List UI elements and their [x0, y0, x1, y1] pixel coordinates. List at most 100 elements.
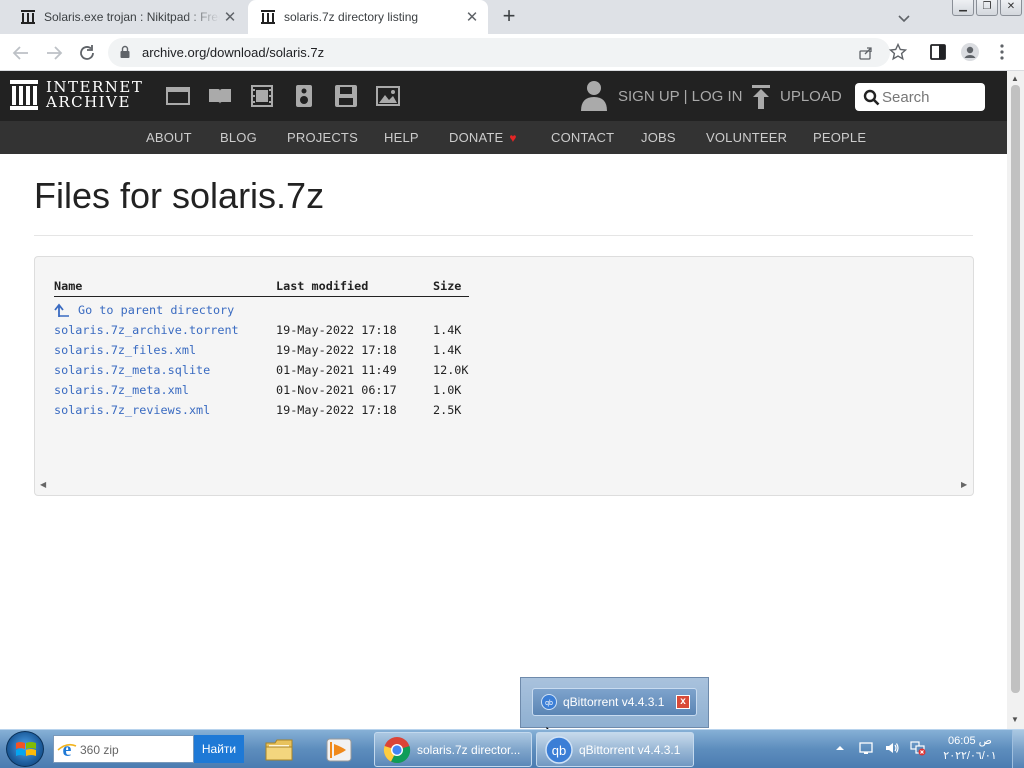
network-icon[interactable]: [910, 740, 926, 756]
internet-explorer-icon: e: [57, 739, 77, 759]
folder-icon: [265, 739, 293, 761]
side-panel-icon[interactable]: [928, 42, 948, 62]
forward-icon[interactable]: [43, 42, 65, 64]
nav-help[interactable]: HELP: [384, 130, 419, 145]
audio-icon[interactable]: [291, 85, 317, 107]
parent-row: Go to parent directory: [35, 303, 535, 321]
nav-volunteer[interactable]: VOLUNTEER: [706, 130, 787, 145]
texts-icon[interactable]: [207, 85, 233, 107]
address-bar[interactable]: archive.org/download/solaris.7z: [108, 38, 890, 67]
file-link[interactable]: solaris.7z_archive.torrent: [54, 323, 239, 337]
tab-strip: Solaris.exe trojan : Nikitpad : Free ✕ s…: [0, 0, 1024, 34]
web-icon[interactable]: [165, 85, 191, 107]
minimize-button[interactable]: ▁: [952, 0, 974, 16]
file-link[interactable]: solaris.7z_meta.sqlite: [54, 363, 210, 377]
window-controls: ▁ ❐ ✕: [952, 0, 1022, 16]
nav-jobs[interactable]: JOBS: [641, 130, 676, 145]
close-window-button[interactable]: ✕: [1000, 0, 1022, 16]
file-size: 1.4K: [433, 323, 462, 337]
nav-donate[interactable]: DONATE ♥: [449, 130, 517, 145]
scrollbar-thumb[interactable]: [1011, 85, 1020, 693]
upload-link[interactable]: UPLOAD: [780, 88, 842, 105]
user-icon[interactable]: [580, 79, 608, 111]
new-tab-button[interactable]: +: [498, 5, 520, 28]
tab-directory-listing[interactable]: solaris.7z directory listing ✕: [248, 0, 488, 34]
taskbar-qbittorrent-label: qBittorrent v4.4.3.1: [579, 742, 681, 757]
parent-directory-link[interactable]: Go to parent directory: [78, 303, 234, 317]
file-modified: 19-May-2022 17:18: [276, 343, 397, 357]
scroll-left-arrow[interactable]: ◀: [40, 480, 46, 489]
show-hidden-icons-icon[interactable]: [832, 740, 848, 756]
windows-logo-icon: [16, 742, 36, 756]
windows-taskbar: e Найти solaris.7z director... qb qBitto…: [0, 729, 1024, 768]
taskbar-search-input[interactable]: [80, 740, 190, 760]
back-icon[interactable]: [10, 42, 32, 64]
tab-solaris-trojan[interactable]: Solaris.exe trojan : Nikitpad : Free ✕: [8, 0, 246, 34]
software-icon[interactable]: [333, 85, 359, 107]
tab-title: solaris.7z directory listing: [284, 10, 419, 24]
share-icon[interactable]: [858, 45, 874, 61]
search-icon[interactable]: [863, 89, 880, 106]
close-icon[interactable]: ✕: [220, 7, 240, 27]
pinned-media-player[interactable]: [313, 733, 365, 767]
upload-icon[interactable]: [750, 85, 772, 109]
lock-icon[interactable]: [118, 45, 132, 59]
chrome-icon: [383, 736, 411, 763]
file-size: 12.0K: [433, 363, 469, 377]
page-viewport: INTERNET ARCHIVE SIGN UP | LOG IN UPLOAD…: [0, 71, 1007, 729]
nav-about[interactable]: ABOUT: [146, 130, 192, 145]
nav-contact[interactable]: CONTACT: [551, 130, 614, 145]
page-scrollbar[interactable]: ▲ ▼: [1007, 71, 1024, 729]
file-link[interactable]: solaris.7z_meta.xml: [54, 383, 189, 397]
url-text: archive.org/download/solaris.7z: [142, 45, 325, 60]
bookmark-star-icon[interactable]: [888, 42, 908, 62]
scroll-up-arrow[interactable]: ▲: [1011, 74, 1019, 83]
file-link[interactable]: solaris.7z_reviews.xml: [54, 403, 210, 417]
action-center-icon[interactable]: [858, 740, 874, 756]
nav-people[interactable]: PEOPLE: [813, 130, 866, 145]
close-icon[interactable]: x: [676, 695, 690, 709]
close-icon[interactable]: ✕: [462, 7, 482, 27]
video-icon[interactable]: [249, 85, 275, 107]
taskbar-search-button[interactable]: Найти: [194, 735, 244, 763]
start-button[interactable]: [6, 731, 44, 767]
header-rule: [54, 296, 469, 297]
scroll-down-arrow[interactable]: ▼: [1011, 715, 1019, 724]
taskbar-chrome[interactable]: solaris.7z director...: [374, 732, 532, 767]
restore-button[interactable]: ❐: [976, 0, 998, 16]
system-clock[interactable]: 06:05 ص ٢٠٢٢/٠٦/٠١: [935, 734, 1005, 764]
logo-line-2: ARCHIVE: [46, 93, 131, 111]
table-row: solaris.7z_files.xml 19-May-2022 17:18 1…: [35, 343, 535, 361]
show-desktop-button[interactable]: [1012, 730, 1024, 768]
ia-search-box[interactable]: [855, 83, 985, 111]
qbittorrent-taskbar-preview[interactable]: qb qBittorrent v4.4.3.1 x: [520, 677, 709, 728]
scroll-right-arrow[interactable]: ▶: [961, 480, 967, 489]
internet-archive-icon: [10, 80, 38, 110]
taskbar-search-box[interactable]: e: [53, 735, 194, 763]
table-row: solaris.7z_reviews.xml 19-May-2022 17:18…: [35, 403, 535, 421]
images-icon[interactable]: [375, 85, 401, 107]
chevron-down-icon[interactable]: [895, 9, 913, 27]
column-header-size[interactable]: Size: [433, 279, 461, 293]
profile-avatar-icon[interactable]: [960, 42, 980, 62]
qbittorrent-icon: qb: [541, 694, 557, 710]
volume-icon[interactable]: [884, 740, 900, 756]
ia-logo[interactable]: INTERNET ARCHIVE: [10, 80, 143, 110]
ia-top-bar: INTERNET ARCHIVE SIGN UP | LOG IN UPLOAD: [0, 71, 1007, 121]
ia-search-input[interactable]: [882, 87, 978, 107]
svg-text:qb: qb: [545, 700, 553, 707]
nav-blog[interactable]: BLOG: [220, 130, 257, 145]
sign-up-login-link[interactable]: SIGN UP | LOG IN: [618, 88, 742, 105]
reload-icon[interactable]: [76, 42, 98, 64]
taskbar-qbittorrent[interactable]: qb qBittorrent v4.4.3.1: [536, 732, 694, 767]
parent-directory-icon[interactable]: [54, 303, 70, 319]
file-modified: 19-May-2022 17:18: [276, 403, 397, 417]
nav-projects[interactable]: PROJECTS: [287, 130, 358, 145]
column-header-modified[interactable]: Last modified: [276, 279, 368, 293]
pinned-file-explorer[interactable]: [253, 733, 305, 767]
file-link[interactable]: solaris.7z_files.xml: [54, 343, 196, 357]
qbittorrent-preview-item[interactable]: qb qBittorrent v4.4.3.1 x: [532, 688, 697, 716]
column-header-name[interactable]: Name: [54, 279, 82, 293]
more-menu-icon[interactable]: [992, 42, 1012, 62]
file-modified: 01-May-2021 11:49: [276, 363, 397, 377]
